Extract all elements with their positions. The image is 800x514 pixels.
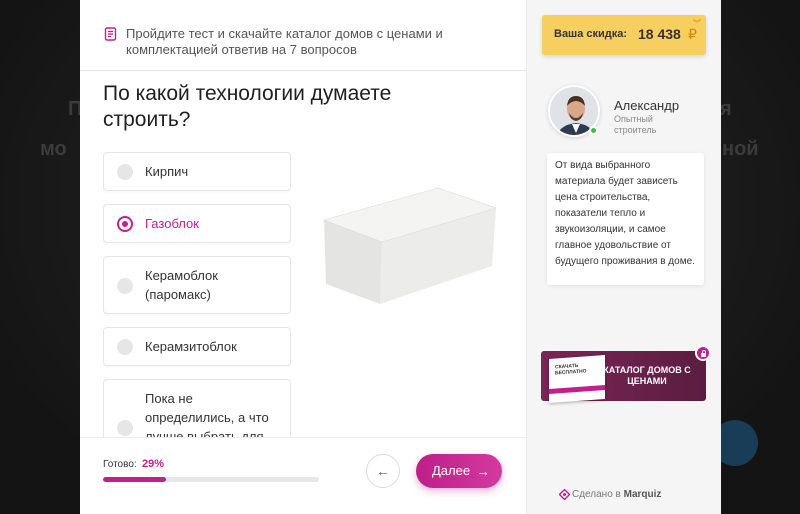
next-button[interactable]: Далее → [416,454,502,488]
option-gazoblok[interactable]: Газоблок [103,204,291,243]
radio-button-selected[interactable] [117,216,133,232]
consultant-role: Опытный строитель [614,114,657,135]
option-keramoblok[interactable]: Керамоблок (паромакс) [103,256,291,314]
quiz-footer: Готово: 29% ← Далее → [80,437,526,514]
discount-value: 18 438 [638,26,681,42]
question-title: По какой технологии думаете строить? [103,82,392,131]
document-list-icon [104,27,117,41]
option-label: Газоблок [145,216,199,231]
background-heading-text: ной [722,138,759,160]
back-button[interactable]: ← [366,454,400,488]
option-label: Кирпич [145,164,189,179]
consultant-name: Александр [614,98,680,113]
consultant-message: От вида выбранного материала будет завис… [547,153,704,285]
quiz-modal: Пройдите тест и скачайте каталог домов с… [80,0,721,514]
book-cover-title: СКАЧАТЬ БЕСПЛАТНО [555,362,587,377]
answer-options: Кирпич Газоблок Керамоблок (паромакс) Ке… [103,152,291,438]
catalog-book-image: СКАЧАТЬ БЕСПЛАТНО [549,355,605,403]
next-button-label: Далее [432,463,471,478]
sidebar: Ваша скидка: 18 438 ₽ ︾ Александр Опытны… [526,0,721,514]
made-with-text: Сделано в [572,489,621,500]
book-cover-strip [549,385,605,394]
marquiz-logo-icon [559,489,570,500]
background-heading-text: я [720,98,732,120]
option-label: Пока не определились, а что лучше выбрат… [145,391,269,438]
radio-button[interactable] [117,339,133,355]
progress-bar [103,477,319,482]
discount-badge: Ваша скидка: 18 438 ₽ ︾ [542,15,706,55]
quiz-header: Пройдите тест и скачайте каталог домов с… [80,0,526,71]
option-label: Керамзитоблок [145,339,237,354]
catalog-bonus-card[interactable]: СКАЧАТЬ БЕСПЛАТНО КАТАЛОГ ДОМОВ С ЦЕНАМИ [541,345,711,403]
made-with-link[interactable]: Сделано в Marquiz [572,489,661,500]
online-status-dot [589,126,598,135]
lock-icon [695,345,711,361]
catalog-label: КАТАЛОГ ДОМОВ С ЦЕНАМИ [603,365,691,386]
arrow-right-icon: → [476,463,490,479]
chevron-double-down-icon: ︾ [693,19,701,28]
quiz-intro-text: Пройдите тест и скачайте каталог домов с… [126,26,443,57]
arrow-left-icon: ← [376,463,390,479]
option-label: Керамоблок (паромакс) [145,268,218,302]
quiz-main-panel: Пройдите тест и скачайте каталог домов с… [80,0,526,514]
option-keramzitoblok[interactable]: Керамзитоблок [103,327,291,366]
progress-value: 29% [142,458,165,470]
gas-block-image [323,187,497,304]
option-kirpich[interactable]: Кирпич [103,152,291,191]
radio-button[interactable] [117,420,133,436]
radio-button[interactable] [117,164,133,180]
discount-label: Ваша скидка: [554,28,628,40]
progress-label: Готово: [103,459,137,470]
progress-bar-fill [103,477,166,482]
option-undecided[interactable]: Пока не определились, а что лучше выбрат… [103,379,291,438]
radio-button[interactable] [117,278,133,294]
brand-name: Marquiz [623,489,662,500]
background-heading-text: мо [40,138,67,160]
